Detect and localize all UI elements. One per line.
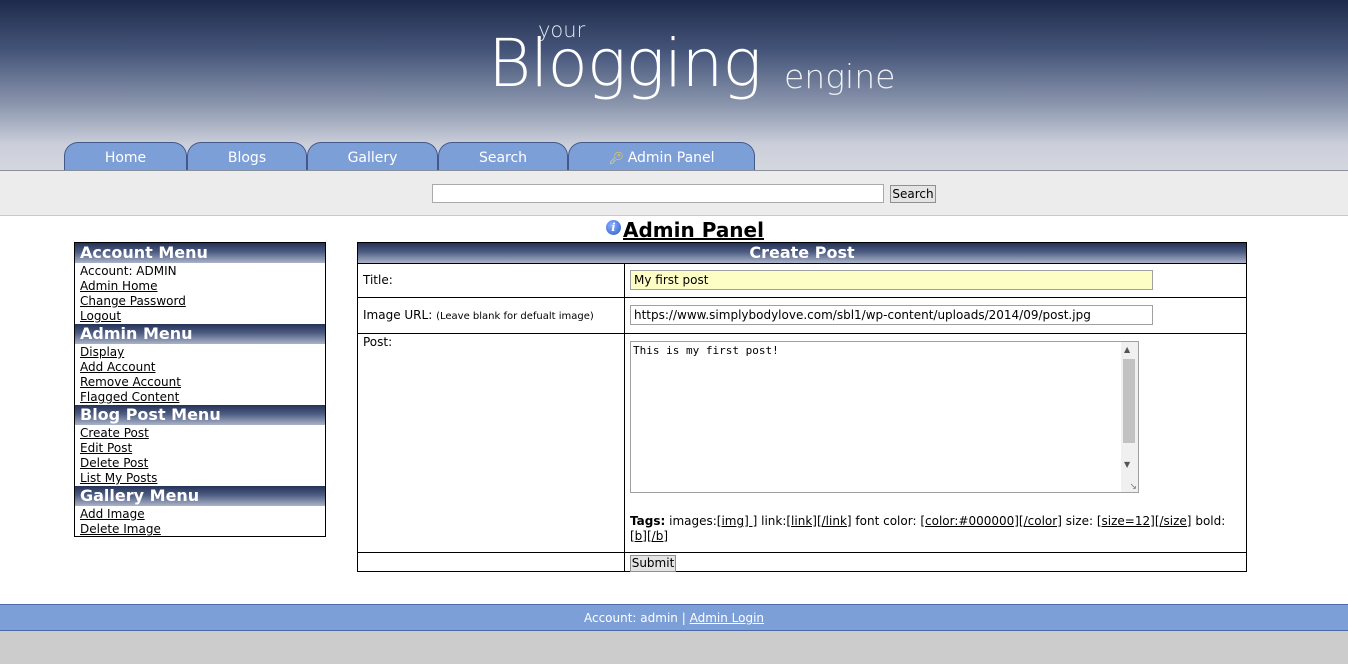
admin-menu: Display Add Account Remove Account Flagg…	[75, 344, 325, 405]
tags-color-label: font color:	[855, 514, 917, 528]
tab-label: Admin Panel	[627, 150, 715, 166]
submit-button[interactable]: Submit	[630, 555, 676, 572]
sidebar: Account Menu Account: ADMIN Admin Home C…	[74, 242, 326, 537]
tags-bold-label: bold:	[1195, 514, 1226, 528]
image-url-row: Image URL: (Leave blank for defualt imag…	[358, 297, 1246, 333]
image-url-hint: (Leave blank for defualt image)	[436, 311, 594, 322]
tab-label: Gallery	[347, 150, 398, 166]
account-label: Account: ADMIN	[80, 264, 177, 278]
create-post-form: Create Post Title: My first post Image U…	[357, 242, 1247, 572]
title-row: Title: My first post	[358, 263, 1246, 297]
post-scrollbar[interactable]: ▲ ▼	[1121, 342, 1138, 492]
info-icon[interactable]: i	[606, 220, 621, 235]
image-url-field[interactable]: https://www.simplybodylove.com/sbl1/wp-c…	[630, 305, 1153, 325]
main-content: i Admin Panel Account Menu Account: ADMIN…	[0, 216, 1348, 604]
footer-account-text: Account: admin	[583, 611, 678, 625]
tab-home[interactable]: Home	[64, 142, 187, 170]
tags-label: Tags:	[630, 514, 666, 528]
page-title-text[interactable]: Admin Panel	[623, 218, 764, 242]
tags-link-label: link:	[761, 514, 787, 528]
tab-label: Home	[104, 150, 147, 166]
image-url-label: Image URL: (Leave blank for defualt imag…	[363, 308, 594, 322]
sidebar-item-delete-post[interactable]: Delete Post	[80, 456, 325, 471]
blog-post-menu-header: Blog Post Menu	[75, 405, 325, 425]
sidebar-item-edit-post[interactable]: Edit Post	[80, 441, 325, 456]
tag-img-link[interactable]: [img] ]	[717, 514, 758, 528]
tag-size-link[interactable]: [size=12][/size]	[1097, 514, 1192, 528]
sidebar-item-display[interactable]: Display	[80, 345, 325, 360]
sidebar-item-flagged-content[interactable]: Flagged Content	[80, 390, 325, 405]
blog-post-menu: Create Post Edit Post Delete Post List M…	[75, 425, 325, 486]
resize-grip-icon[interactable]: ↘	[1129, 483, 1137, 492]
sidebar-item-change-password[interactable]: Change Password	[80, 294, 325, 309]
post-label: Post:	[363, 335, 393, 349]
tab-admin-panel[interactable]: 🔑︎ Admin Panel	[568, 142, 755, 170]
post-text: This is my first post!	[633, 344, 779, 357]
post-row: Post: This is my first post! ▲ ▼ ↘ Tags:…	[358, 333, 1246, 552]
footer-separator: |	[681, 611, 686, 625]
title-field[interactable]: My first post	[630, 270, 1153, 290]
gallery-menu: Add Image Delete Image	[75, 506, 325, 537]
page-title: i Admin Panel	[606, 218, 764, 242]
site-footer: Account: admin | Admin Login	[0, 604, 1348, 631]
logo-engine-text: engine	[784, 57, 896, 96]
search-input[interactable]	[432, 184, 884, 203]
tab-gallery[interactable]: Gallery	[307, 142, 438, 170]
search-bar: Search	[0, 171, 1348, 216]
submit-row: Submit	[358, 552, 1246, 572]
tags-help: Tags: images:[img] ] link:[link][/link] …	[630, 514, 1245, 544]
key-icon: 🔑︎	[608, 151, 624, 165]
sidebar-item-add-account[interactable]: Add Account	[80, 360, 325, 375]
sidebar-item-remove-account[interactable]: Remove Account	[80, 375, 325, 390]
tag-color-link[interactable]: [color:#000000][/color]	[920, 514, 1062, 528]
account-menu-header: Account Menu	[75, 243, 325, 263]
title-label: Title:	[363, 273, 393, 287]
sidebar-item-create-post[interactable]: Create Post	[80, 426, 325, 441]
logo-blogging-text: Blogging	[488, 25, 762, 102]
tab-label: Search	[478, 150, 528, 166]
tag-bold-link[interactable]: [b][/b]	[630, 529, 668, 543]
post-textarea[interactable]: This is my first post! ▲ ▼ ↘	[630, 341, 1139, 493]
admin-menu-header: Admin Menu	[75, 324, 325, 344]
tag-link-link[interactable]: [link][/link]	[786, 514, 851, 528]
admin-login-link[interactable]: Admin Login	[690, 611, 764, 625]
sidebar-item-delete-image[interactable]: Delete Image	[80, 522, 325, 537]
image-url-label-text: Image URL:	[363, 308, 433, 322]
sidebar-item-list-my-posts[interactable]: List My Posts	[80, 471, 325, 486]
account-menu: Account: ADMIN Admin Home Change Passwor…	[75, 263, 325, 324]
scroll-up-icon[interactable]: ▲	[1124, 345, 1130, 354]
sidebar-item-add-image[interactable]: Add Image	[80, 507, 325, 522]
tags-images-label: images:	[669, 514, 717, 528]
sidebar-item-admin-home[interactable]: Admin Home	[80, 279, 325, 294]
scroll-down-icon[interactable]: ▼	[1124, 460, 1130, 469]
search-button[interactable]: Search	[890, 185, 936, 203]
tab-blogs[interactable]: Blogs	[187, 142, 307, 170]
gallery-menu-header: Gallery Menu	[75, 486, 325, 506]
tags-size-label: size:	[1065, 514, 1094, 528]
site-header: your Blogging engine Home Blogs Gallery …	[0, 0, 1348, 171]
scroll-thumb[interactable]	[1123, 359, 1135, 443]
sidebar-item-logout[interactable]: Logout	[80, 309, 325, 324]
form-header: Create Post	[358, 243, 1246, 263]
tab-label: Blogs	[227, 150, 267, 166]
tab-search[interactable]: Search	[438, 142, 568, 170]
